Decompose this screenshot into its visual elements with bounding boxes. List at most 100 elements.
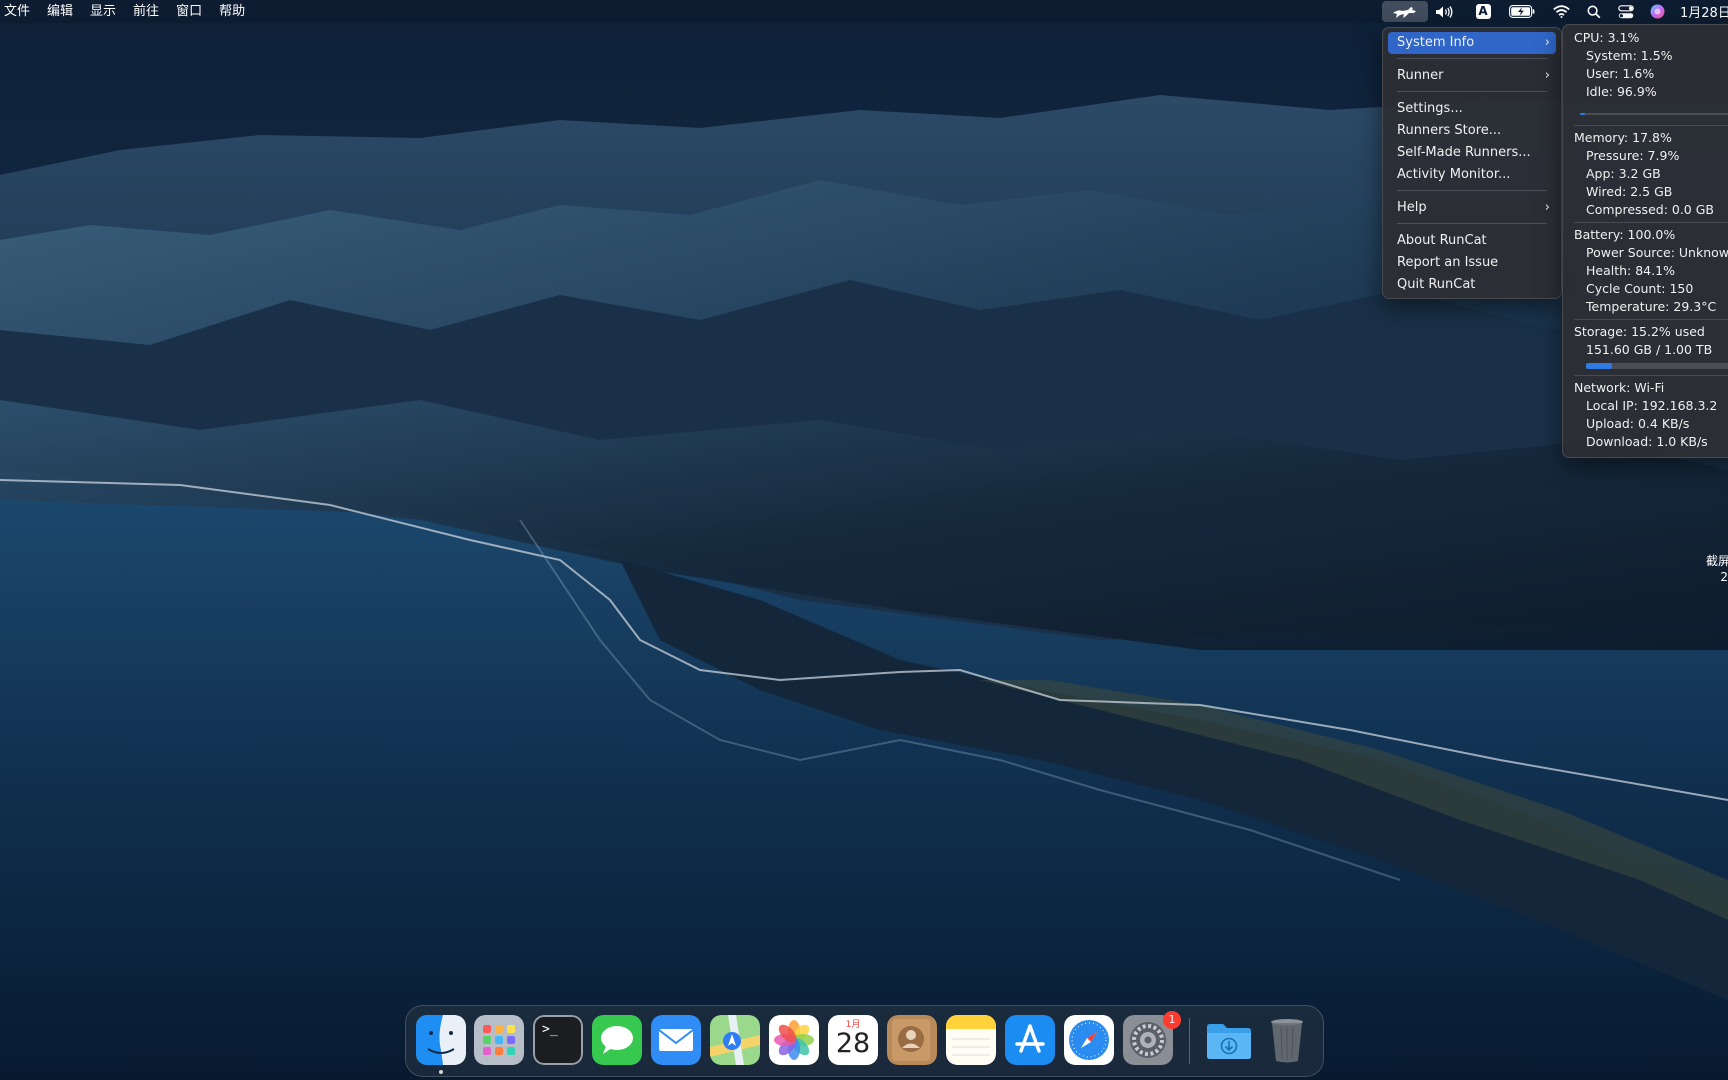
network-download: Download: 1.0 KB/s (1586, 434, 1708, 449)
runcat-status-item[interactable] (1382, 1, 1428, 22)
memory-title: Memory: 17.8% (1574, 130, 1672, 145)
dock-separator (1189, 1018, 1190, 1064)
control-center-icon (1618, 4, 1634, 18)
section-separator (1574, 375, 1728, 376)
menu-item-label: Report an Issue (1397, 255, 1499, 270)
spotlight-icon (1587, 4, 1601, 18)
menu-item-runners-store[interactable]: Runners Store... (1388, 120, 1556, 142)
dock-downloads[interactable] (1204, 1015, 1254, 1065)
dock-trash[interactable] (1262, 1015, 1312, 1065)
battery-title: Battery: 100.0% (1574, 227, 1676, 242)
menubar-clock: 1月28日 (1680, 6, 1728, 21)
battery-cycle-count: Cycle Count: 150 (1586, 281, 1694, 296)
menu-item-self-made-runners[interactable]: Self-Made Runners... (1388, 142, 1556, 164)
dock-safari[interactable] (1064, 1015, 1114, 1065)
finder-icon (416, 1015, 466, 1065)
dock-contacts[interactable] (887, 1015, 937, 1065)
menu-item-label: Settings... (1397, 101, 1463, 116)
trash-icon (1271, 1019, 1303, 1063)
menu-item-label: System Info (1397, 35, 1475, 50)
menu-separator (1397, 223, 1547, 224)
dock-messages[interactable] (592, 1015, 642, 1065)
menu-bar: 文件 编辑 显示 前往 窗口 帮助 A 1月28日 (0, 0, 1728, 23)
app-menus: 文件 编辑 显示 前往 窗口 帮助 (0, 0, 256, 23)
cpu-user: User: 1.6% (1586, 66, 1655, 81)
control-center-status-item[interactable] (1615, 0, 1637, 23)
maps-icon (710, 1015, 760, 1065)
dock-mail[interactable] (651, 1015, 701, 1065)
spotlight-status-item[interactable] (1584, 0, 1604, 23)
menu-item-help[interactable]: Help › (1388, 197, 1556, 219)
dock-terminal[interactable]: >_ (533, 1015, 583, 1065)
network-upload: Upload: 0.4 KB/s (1586, 416, 1690, 431)
menu-item-quit-runcat[interactable]: Quit RunCat (1388, 274, 1556, 296)
cpu-usage-bar (1580, 113, 1728, 115)
downloads-folder-icon (1207, 1024, 1251, 1059)
menu-item-runner[interactable]: Runner › (1388, 65, 1556, 87)
battery-power-source: Power Source: Unknown (1586, 245, 1728, 260)
siri-status-item[interactable] (1647, 0, 1667, 23)
menu-go[interactable]: 前往 (127, 0, 170, 23)
wifi-status-item[interactable] (1550, 0, 1572, 23)
running-indicator (439, 1070, 443, 1074)
storage-title: Storage: 15.2% used (1574, 324, 1705, 339)
cpu-system: System: 1.5% (1586, 48, 1673, 63)
memory-pressure: Pressure: 7.9% (1586, 148, 1680, 163)
terminal-prompt: >_ (542, 1022, 558, 1037)
desktop-file-label-line: 截屏 (1706, 554, 1728, 568)
memory-compressed: Compressed: 0.0 GB (1586, 202, 1714, 217)
runcat-menu: System Info › Runner › Settings... Runne… (1382, 27, 1562, 299)
dock-calendar[interactable]: 1月 28 (828, 1015, 878, 1065)
menu-window[interactable]: 窗口 (170, 0, 213, 23)
messages-icon (592, 1015, 642, 1065)
menu-item-label: Self-Made Runners... (1397, 145, 1531, 160)
menu-item-label: Runners Store... (1397, 123, 1502, 138)
volume-status-item[interactable] (1433, 0, 1455, 23)
calendar-day: 28 (835, 1028, 871, 1059)
dock-finder[interactable] (416, 1015, 466, 1065)
menu-item-report-issue[interactable]: Report an Issue (1388, 252, 1556, 274)
terminal-icon: >_ (533, 1015, 583, 1065)
menu-view[interactable]: 显示 (84, 0, 127, 23)
contacts-icon (887, 1015, 937, 1065)
notes-icon (946, 1015, 996, 1065)
section-separator (1574, 222, 1728, 223)
menu-item-about-runcat[interactable]: About RunCat (1388, 230, 1556, 252)
siri-icon (1650, 4, 1664, 19)
input-method-icon: A (1475, 4, 1491, 19)
network-title: Network: Wi-Fi (1574, 380, 1665, 395)
clock-status-item[interactable]: 1月28日 (1680, 0, 1728, 23)
wifi-icon (1552, 5, 1570, 18)
cpu-title: CPU: 3.1% (1574, 30, 1640, 45)
input-method-status-item[interactable]: A (1472, 0, 1494, 23)
battery-temperature: Temperature: 29.3°C (1586, 299, 1717, 314)
dock-app-store[interactable] (1005, 1015, 1055, 1065)
menu-separator (1397, 58, 1547, 59)
launchpad-icon (474, 1015, 524, 1065)
battery-status-item[interactable] (1507, 0, 1537, 23)
section-separator (1574, 125, 1728, 126)
calendar-icon: 1月 28 (828, 1015, 878, 1065)
chevron-right-icon: › (1544, 200, 1550, 215)
dock-maps[interactable] (710, 1015, 760, 1065)
chevron-right-icon: › (1544, 68, 1550, 83)
menu-separator (1397, 190, 1547, 191)
dock-photos[interactable] (769, 1015, 819, 1065)
chevron-right-icon: › (1544, 35, 1550, 50)
menu-item-activity-monitor[interactable]: Activity Monitor... (1388, 164, 1556, 186)
photos-icon (769, 1015, 819, 1065)
menu-file[interactable]: 文件 (0, 0, 41, 23)
dock-notes[interactable] (946, 1015, 996, 1065)
menu-item-system-info[interactable]: System Info › (1388, 32, 1556, 54)
section-separator (1574, 319, 1728, 320)
menu-item-label: Help (1397, 200, 1427, 215)
desktop-file-label[interactable]: 截屏 2 (1706, 553, 1728, 585)
notification-badge: 1 (1163, 1011, 1181, 1029)
desktop-file-label-line: 2 (1720, 570, 1728, 584)
system-info-panel: CPU: 3.1% System: 1.5% User: 1.6% Idle: … (1562, 24, 1728, 458)
safari-icon (1064, 1015, 1114, 1065)
menu-item-settings[interactable]: Settings... (1388, 98, 1556, 120)
menu-help[interactable]: 帮助 (213, 0, 256, 23)
dock-launchpad[interactable] (474, 1015, 524, 1065)
menu-edit[interactable]: 编辑 (41, 0, 84, 23)
